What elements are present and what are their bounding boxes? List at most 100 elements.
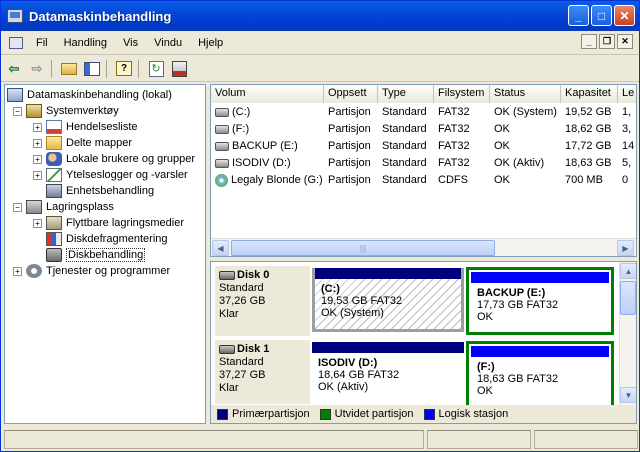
cell-type: Standard xyxy=(382,157,427,169)
menu-file[interactable]: Fil xyxy=(33,35,51,51)
minimize-button[interactable]: _ xyxy=(568,5,589,26)
tree-item[interactable]: + Lokale brukere og grupper xyxy=(33,151,195,167)
scroll-down-button[interactable]: ▼ xyxy=(620,387,636,403)
vertical-scrollbar[interactable]: ▲ ▼ xyxy=(619,262,636,405)
partition-info: 19,53 GB FAT32 xyxy=(321,295,403,307)
volume-row[interactable]: (C:) Partisjon Standard FAT32 OK (System) 19,… xyxy=(211,104,636,121)
collapse-icon[interactable]: − xyxy=(13,202,22,212)
partition-d[interactable]: ISODIV (D:) 18,64 GB FAT32 OK (Aktiv) xyxy=(312,342,464,404)
maximize-button[interactable]: □ xyxy=(591,5,612,26)
cell-layout: Partisjon xyxy=(328,140,371,152)
tree-item-label: Enhetsbehandling xyxy=(66,185,155,197)
menu-window[interactable]: Vindu xyxy=(151,35,185,51)
help-icon: ? xyxy=(116,61,132,76)
disk-1-info[interactable]: Disk 1 Standard 37,27 GB Klar xyxy=(215,340,310,404)
toolbar: ⇦ ⇨ ? ↻ xyxy=(1,56,639,82)
help-button[interactable]: ? xyxy=(114,59,134,79)
column-header-filesystem[interactable]: Filsystem xyxy=(434,85,490,103)
disk-icon xyxy=(219,345,235,354)
cell-layout: Partisjon xyxy=(328,157,371,169)
tree-item[interactable]: Datamaskinbehandling (lokal) xyxy=(7,87,172,103)
storage-icon xyxy=(26,200,42,214)
scroll-right-button[interactable]: ▶ xyxy=(617,240,634,256)
cell-filesystem: FAT32 xyxy=(438,123,470,135)
volume-row[interactable]: (F:) Partisjon Standard FAT32 OK 18,62 GB 3, xyxy=(211,121,636,138)
scroll-up-button[interactable]: ▲ xyxy=(620,263,636,279)
partition-c[interactable]: (C:) 19,53 GB FAT32 OK (System) xyxy=(312,268,464,332)
partition-body: BACKUP (E:) 17,73 GB FAT32 OK xyxy=(471,283,609,327)
expand-icon[interactable]: + xyxy=(33,154,42,164)
disk-icon xyxy=(219,271,235,280)
device-manager-icon xyxy=(46,184,62,198)
column-header-type[interactable]: Type xyxy=(378,85,434,103)
menu-view[interactable]: Vis xyxy=(120,35,141,51)
collapse-icon[interactable]: − xyxy=(13,106,22,116)
refresh-icon: ↻ xyxy=(148,60,164,77)
doc-restore-button[interactable]: ❐ xyxy=(599,34,615,49)
expand-icon[interactable]: + xyxy=(33,218,42,228)
forward-icon: ⇨ xyxy=(31,60,43,76)
column-header-status[interactable]: Status xyxy=(490,85,561,103)
back-button[interactable]: ⇦ xyxy=(4,59,24,79)
volume-row[interactable]: Legaly Blonde (G:) Partisjon Standard CDFS O… xyxy=(211,172,636,189)
horizontal-scrollbar[interactable]: ◀ ||| ▶ xyxy=(211,238,636,256)
scroll-thumb[interactable]: ||| xyxy=(231,240,495,256)
scroll-left-button[interactable]: ◀ xyxy=(212,240,229,256)
tree-item-label: Diskdefragmentering xyxy=(66,233,168,245)
expand-icon[interactable]: + xyxy=(33,122,42,132)
close-button[interactable]: ✕ xyxy=(614,5,635,26)
column-header-capacity[interactable]: Kapasitet xyxy=(561,85,618,103)
menu-action[interactable]: Handling xyxy=(61,35,110,51)
menu-help[interactable]: Hjelp xyxy=(195,35,226,51)
partition-name: ISODIV (D:) xyxy=(318,357,378,369)
column-header-volume[interactable]: Volum xyxy=(211,85,324,103)
tree-item[interactable]: Diskbehandling xyxy=(33,247,146,263)
cell-filesystem: FAT32 xyxy=(438,106,470,118)
doc-close-button[interactable]: ✕ xyxy=(617,34,633,49)
expand-icon[interactable]: + xyxy=(33,170,42,180)
tree-item[interactable]: + Delte mapper xyxy=(33,135,132,151)
doc-minimize-button[interactable]: _ xyxy=(581,34,597,49)
expand-icon[interactable]: + xyxy=(13,266,22,276)
title-bar[interactable]: Datamaskinbehandling _ □ ✕ xyxy=(1,1,639,31)
tree-item[interactable]: − Systemverktøy xyxy=(13,103,119,119)
show-tree-button[interactable] xyxy=(82,59,102,79)
volume-name: (F:) xyxy=(232,123,250,135)
tree-item[interactable]: + Flyttbare lagringsmedier xyxy=(33,215,184,231)
tree-item[interactable]: Enhetsbehandling xyxy=(33,183,154,199)
tree-item[interactable]: + Tjenester og programmer xyxy=(13,263,170,279)
partition-e[interactable]: BACKUP (E:) 17,73 GB FAT32 OK xyxy=(466,267,614,335)
toolbar-separator xyxy=(51,59,52,78)
cell-status: OK xyxy=(494,123,510,135)
partition-status: OK (System) xyxy=(321,307,384,319)
cell-free: 5, xyxy=(622,157,632,169)
up-folder-button[interactable] xyxy=(59,59,79,79)
partition-f[interactable]: (F:) 18,63 GB FAT32 OK xyxy=(466,341,614,405)
tree-item[interactable]: − Lagringsplass xyxy=(13,199,114,215)
tree-item-label: Lokale brukere og grupper xyxy=(66,153,196,165)
partition-legend: Primærpartisjon Utvidet partisjon Logisk… xyxy=(211,405,636,423)
properties-button[interactable] xyxy=(169,59,189,79)
refresh-button[interactable]: ↻ xyxy=(146,59,166,79)
column-header-free[interactable]: Le xyxy=(618,85,636,103)
column-header-layout[interactable]: Oppsett xyxy=(324,85,378,103)
expand-icon[interactable]: + xyxy=(33,138,42,148)
tree-item[interactable]: + Ytelseslogger og -varsler xyxy=(33,167,188,183)
disk-0-info[interactable]: Disk 0 Standard 37,26 GB Klar xyxy=(215,266,310,336)
tree-item[interactable]: Diskdefragmentering xyxy=(33,231,168,247)
volume-row[interactable]: ISODIV (D:) Partisjon Standard FAT32 OK (Akt… xyxy=(211,155,636,172)
vertical-scroll-thumb[interactable] xyxy=(620,281,636,315)
volume-row[interactable]: BACKUP (E:) Partisjon Standard FAT32 OK 17,72… xyxy=(211,138,636,155)
disk-0-name: Disk 0 xyxy=(237,269,270,281)
forward-button[interactable]: ⇨ xyxy=(27,59,47,79)
console-tree: Datamaskinbehandling (lokal) − Systemverkt… xyxy=(4,84,206,424)
document-window-icon[interactable] xyxy=(9,36,23,49)
legend-swatch xyxy=(217,408,228,420)
removable-media-icon xyxy=(46,216,62,230)
tree-item[interactable]: + Hendelsesliste xyxy=(33,119,138,135)
status-panel-3 xyxy=(534,429,638,449)
disk-1-name: Disk 1 xyxy=(237,343,270,355)
partition-name: (C:) xyxy=(321,283,340,295)
